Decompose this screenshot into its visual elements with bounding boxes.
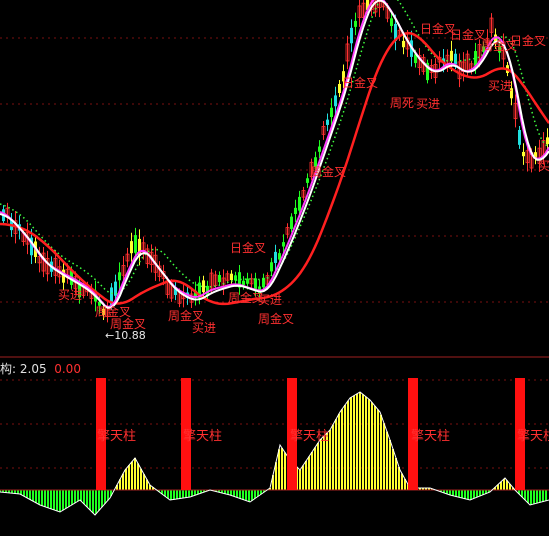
candle-body: [518, 129, 521, 145]
candle-body: [118, 272, 121, 281]
candle-body: [454, 53, 457, 65]
pillar-label: 擎天柱: [97, 429, 136, 444]
pillar-label: 擎天柱: [290, 429, 329, 444]
candle-body: [326, 119, 329, 125]
annotation-label: 买进: [258, 293, 282, 307]
candle-body: [318, 146, 321, 152]
annotation-label: 周金叉: [310, 164, 346, 179]
candle-body: [134, 235, 137, 253]
annotation-label: 日金叉: [230, 240, 266, 255]
pillar-label: 擎天柱: [517, 429, 549, 444]
candle-body: [246, 278, 249, 284]
candle-body: [338, 84, 341, 94]
indicator-value: 2.05: [19, 362, 47, 376]
candle-body: [298, 196, 301, 211]
candle-body: [230, 273, 233, 281]
candle-body: [270, 262, 273, 272]
annotation-label: 买进: [488, 79, 512, 93]
candle-body: [242, 280, 245, 285]
annotation-label: 日金叉: [342, 75, 378, 90]
oscillator-line: [0, 391, 549, 516]
indicator-header: 构: 2.05 0.00: [0, 360, 81, 377]
annotation-label: 买进: [58, 288, 82, 302]
candle-body: [274, 251, 277, 263]
candle-body: [330, 107, 333, 118]
candle-body: [282, 242, 285, 247]
candle-body: [354, 20, 357, 27]
candle-body: [402, 40, 405, 48]
candle-body: [290, 216, 293, 229]
candle-body: [294, 207, 297, 215]
annotation-label: 周金叉: [258, 311, 294, 326]
annotation-label: 买进: [416, 97, 440, 111]
candle-body: [450, 50, 453, 62]
candle-body: [390, 18, 393, 27]
ma-dotted-line: [0, 0, 549, 295]
pillar-label: 擎天柱: [411, 429, 450, 444]
indicator-name: 构:: [0, 362, 17, 376]
indicator-bars: [0, 392, 549, 514]
indicator-grid: [0, 379, 549, 469]
candle-body: [522, 151, 525, 157]
annotation-label: 日金叉: [510, 33, 546, 48]
candle-body: [202, 280, 205, 293]
indicator-value-red: 0.00: [54, 362, 81, 376]
stock-chart: 周金叉 买进 周金叉 周金叉 买进 日金叉 周金叉 买进 周金叉 周金叉 日金叉…: [0, 0, 549, 516]
candle-body: [130, 241, 133, 254]
candle-body: [350, 27, 353, 44]
candle-body: [218, 275, 221, 283]
annotation-label: 买进: [192, 321, 216, 335]
candle-body: [306, 178, 309, 183]
pillar-label: 擎天柱: [183, 429, 222, 444]
candlesticks: [2, 0, 549, 323]
annotation-label: 周死: [390, 96, 414, 110]
ma-red-line: [0, 31, 549, 306]
low-price-marker: ←10.88: [105, 329, 146, 342]
annotation-label: 买: [538, 159, 549, 173]
candle-body: [334, 95, 337, 107]
